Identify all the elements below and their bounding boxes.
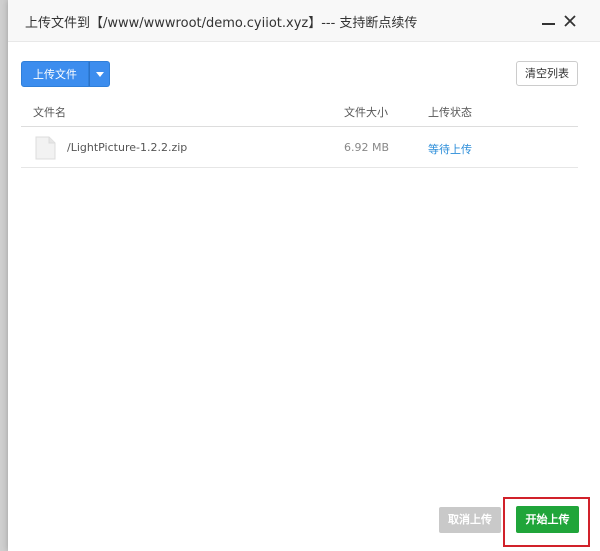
file-name: /LightPicture-1.2.2.zip (67, 141, 188, 154)
column-header-size: 文件大小 (344, 106, 388, 119)
file-status: 等待上传 (428, 143, 472, 156)
caret-down-icon (96, 72, 104, 77)
table-row[interactable]: /LightPicture-1.2.2.zip 6.92 MB 等待上传 (21, 127, 578, 168)
close-icon (564, 15, 576, 27)
minimize-icon (542, 23, 555, 25)
dialog-title: 上传文件到【/www/wwwroot/demo.cyiiot.xyz】--- 支… (25, 16, 418, 31)
cancel-upload-button[interactable]: 取消上传 (439, 507, 501, 533)
column-header-name: 文件名 (33, 106, 66, 119)
file-icon (35, 136, 56, 160)
minimize-button[interactable] (539, 10, 559, 32)
table-header: 文件名 文件大小 上传状态 (21, 96, 578, 127)
clear-list-button[interactable]: 清空列表 (516, 61, 578, 86)
file-size: 6.92 MB (344, 141, 390, 154)
upload-split-button: 上传文件 (21, 61, 110, 87)
dialog-titlebar: 上传文件到【/www/wwwroot/demo.cyiiot.xyz】--- 支… (8, 0, 600, 42)
upload-file-button[interactable]: 上传文件 (21, 61, 89, 87)
upload-dialog: 上传文件到【/www/wwwroot/demo.cyiiot.xyz】--- 支… (8, 0, 600, 551)
upload-dropdown-toggle[interactable] (89, 61, 110, 87)
close-button[interactable] (561, 10, 581, 32)
upload-file-table: 文件名 文件大小 上传状态 /LightPicture-1.2.2.zip 6.… (21, 96, 578, 168)
column-header-status: 上传状态 (428, 106, 472, 119)
start-upload-button[interactable]: 开始上传 (516, 506, 579, 533)
